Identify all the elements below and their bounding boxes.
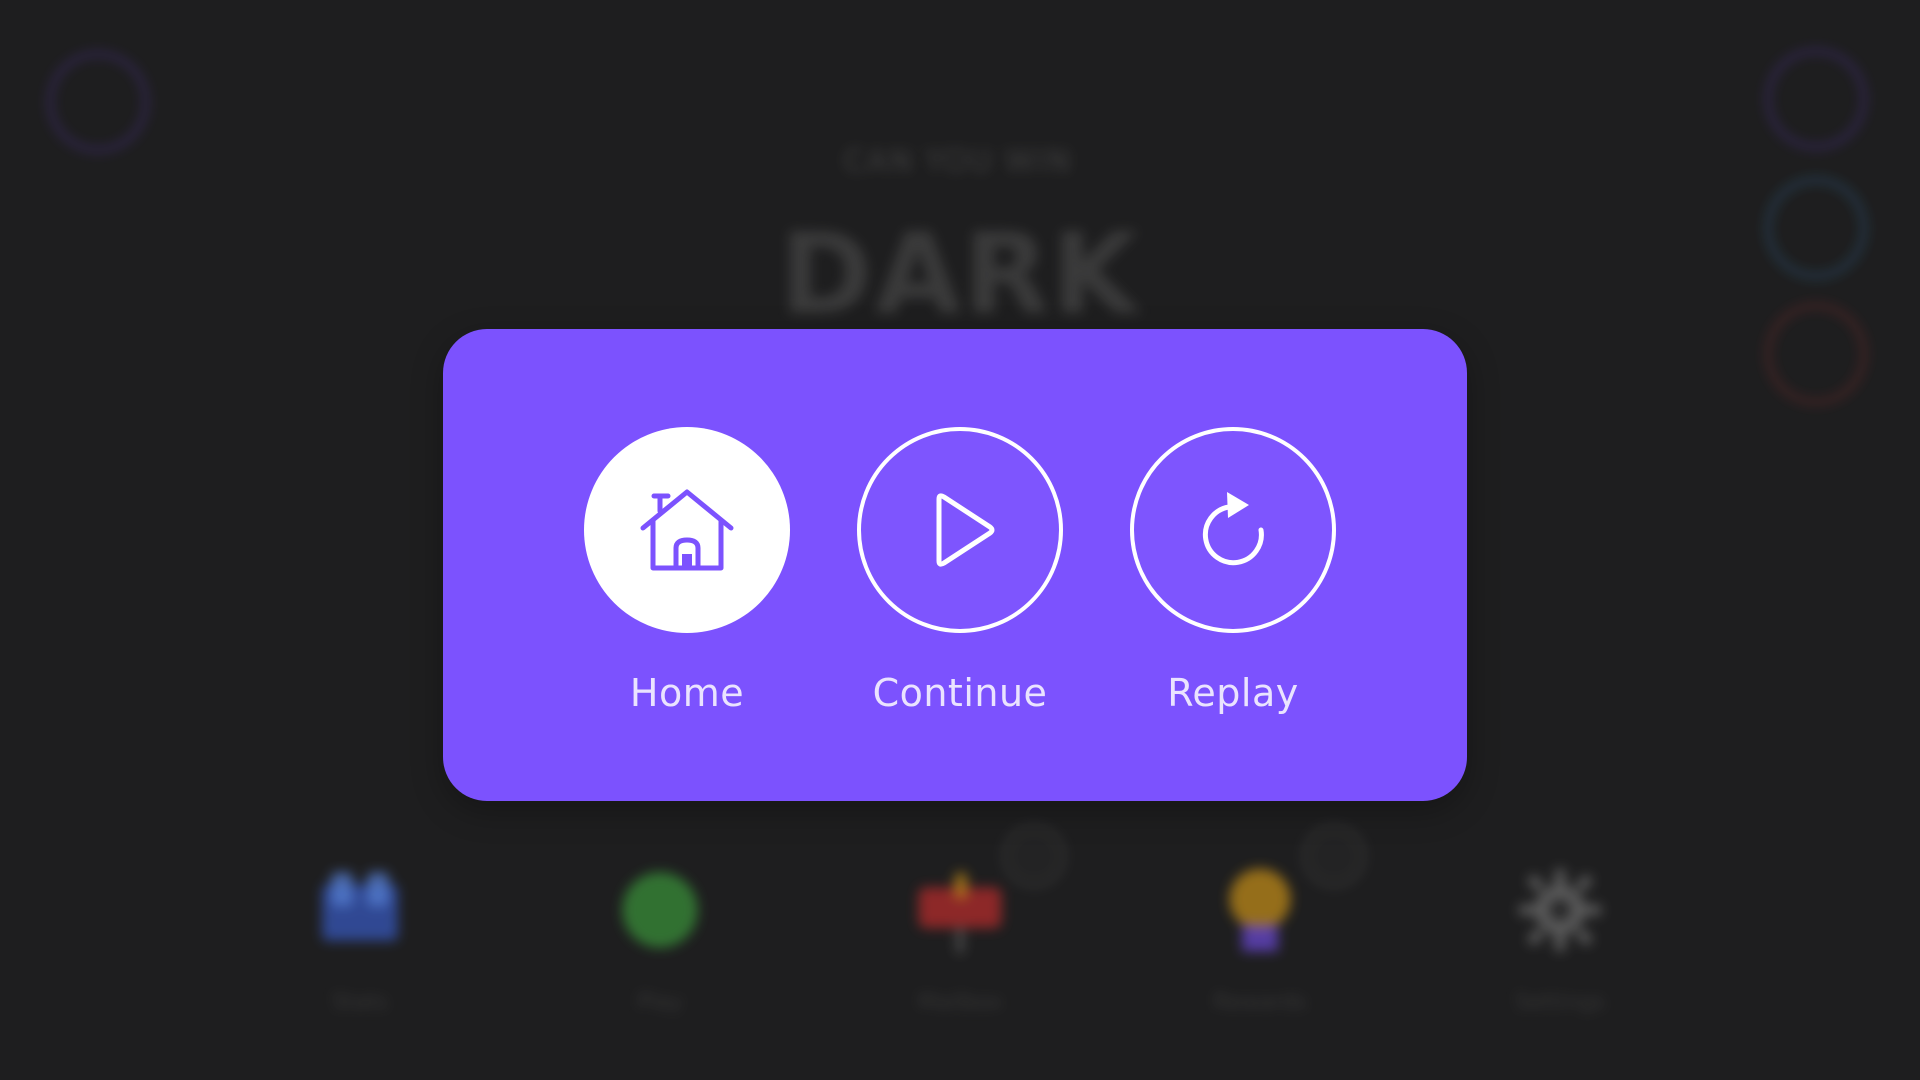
play-icon — [936, 493, 995, 567]
replay-label: Replay — [1167, 671, 1299, 715]
home-label: Home — [629, 671, 745, 715]
continue-button-circle[interactable] — [857, 427, 1063, 633]
pause-menu-panel: Home Continue Replay — [443, 329, 1467, 801]
home-button-circle[interactable] — [584, 427, 790, 633]
continue-label: Continue — [872, 671, 1048, 715]
replay-button-circle[interactable] — [1130, 427, 1336, 633]
continue-button[interactable]: Continue — [845, 427, 1075, 747]
game-screen: CAN YOU WIN DARK Stats Play Mailbox Rewa… — [0, 0, 1920, 1080]
replay-button[interactable]: Replay — [1118, 427, 1348, 747]
home-button[interactable]: Home — [572, 427, 802, 747]
home-icon — [640, 489, 734, 571]
replay-icon — [1202, 492, 1264, 566]
